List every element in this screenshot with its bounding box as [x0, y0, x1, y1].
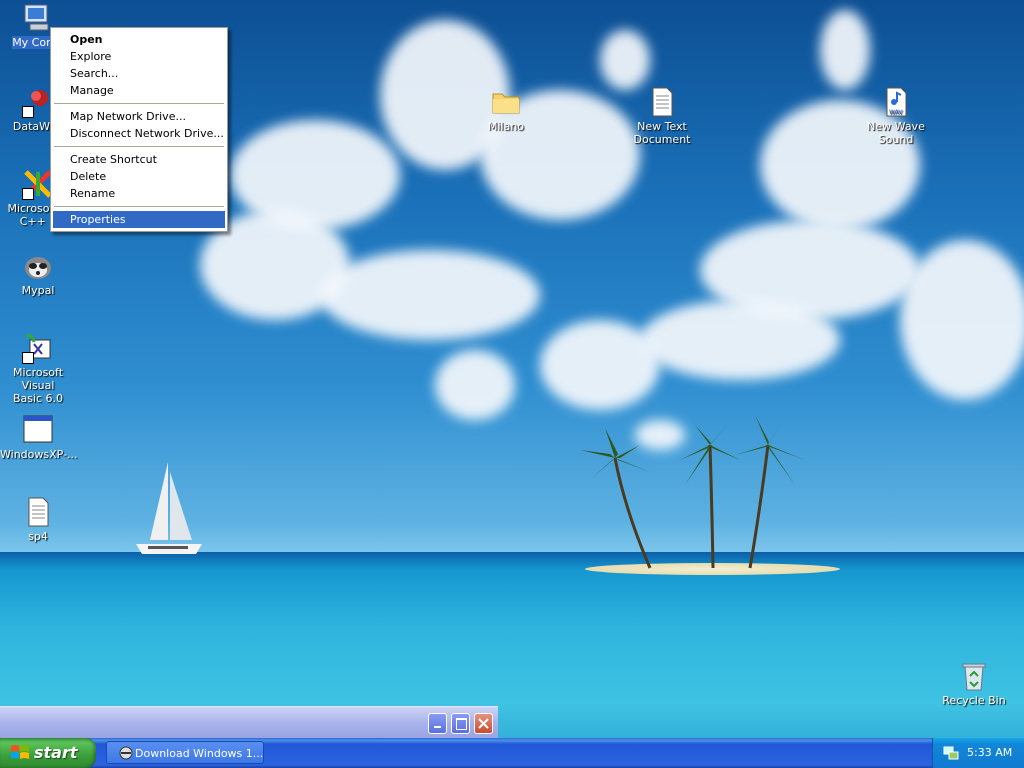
- desktop-icon-recycle-bin[interactable]: Recycle Bin: [936, 660, 1012, 707]
- desktop-icon-label: WindowsXP-...: [0, 448, 78, 461]
- recycle-bin-icon: [958, 660, 990, 692]
- desktop-icon-label: Recycle Bin: [942, 694, 1006, 707]
- start-button[interactable]: start: [0, 738, 96, 768]
- taskbar: start Download Windows 1... 5:33 AM: [0, 738, 1024, 768]
- minimized-window-bar[interactable]: [0, 706, 498, 739]
- palm-trees: [580, 415, 805, 569]
- browser-icon: [119, 746, 133, 760]
- cloud: [640, 300, 840, 380]
- desktop-icon-label: Milano: [487, 120, 525, 133]
- text-document-icon: [646, 86, 678, 118]
- start-label: start: [34, 743, 78, 762]
- desktop-icon-new-wave-sound[interactable]: WAV New Wave Sound: [858, 86, 934, 146]
- context-menu: Open Explore Search... Manage Map Networ…: [50, 27, 228, 232]
- menu-item-delete[interactable]: Delete: [53, 168, 225, 185]
- maximize-icon: [456, 718, 467, 730]
- clock[interactable]: 5:33 AM: [967, 746, 1012, 759]
- desktop-icon-windowsxp[interactable]: WindowsXP-...: [0, 414, 78, 461]
- cloud: [540, 320, 660, 410]
- mypal-icon: [22, 250, 54, 282]
- desktop-icon-sp4[interactable]: sp4: [0, 496, 76, 543]
- desktop-icon-milano[interactable]: Milano: [468, 86, 544, 133]
- menu-separator: [54, 146, 224, 147]
- menu-item-map-network-drive[interactable]: Map Network Drive...: [53, 108, 225, 125]
- close-icon: [478, 718, 489, 729]
- menu-item-properties[interactable]: Properties: [53, 211, 225, 228]
- network-icon[interactable]: [943, 745, 959, 761]
- window-icon: [22, 414, 54, 446]
- menu-item-rename[interactable]: Rename: [53, 185, 225, 202]
- maximize-button[interactable]: [451, 713, 470, 734]
- cloud: [320, 250, 540, 340]
- menu-separator: [54, 206, 224, 207]
- system-tray: 5:33 AM: [932, 738, 1024, 768]
- desktop-icon-label: Mypal: [21, 284, 55, 297]
- cloud: [900, 240, 1024, 400]
- visual-basic-icon: [22, 332, 54, 364]
- taskbar-button-download[interactable]: Download Windows 1...: [106, 741, 264, 764]
- menu-item-manage[interactable]: Manage: [53, 82, 225, 99]
- desktop-icon-label: New Wave Sound: [867, 120, 925, 146]
- sailboat: [136, 462, 202, 554]
- menu-item-explore[interactable]: Explore: [53, 48, 225, 65]
- desktop-icon-new-text-document[interactable]: New Text Document: [624, 86, 700, 146]
- menu-item-disconnect-network-drive[interactable]: Disconnect Network Drive...: [53, 125, 225, 142]
- desktop-icon-mypal[interactable]: Mypal: [0, 250, 76, 297]
- text-document-icon: [22, 496, 54, 528]
- menu-separator: [54, 103, 224, 104]
- wave-sound-icon: WAV: [880, 86, 912, 118]
- menu-item-open[interactable]: Open: [53, 31, 225, 48]
- folder-icon: [490, 86, 522, 118]
- close-button[interactable]: [474, 713, 493, 734]
- minimize-icon: [434, 726, 441, 728]
- menu-item-search[interactable]: Search...: [53, 65, 225, 82]
- desktop-icon-label: Microsoft Visual Basic 6.0: [12, 366, 64, 405]
- windows-logo-icon: [11, 745, 29, 759]
- cloud: [820, 10, 870, 90]
- desktop-icon-label: sp4: [28, 530, 48, 543]
- cloud: [600, 30, 650, 90]
- desktop-icon-visual-basic[interactable]: Microsoft Visual Basic 6.0: [0, 332, 76, 405]
- taskbar-button-label: Download Windows 1...: [135, 747, 264, 760]
- menu-item-create-shortcut[interactable]: Create Shortcut: [53, 151, 225, 168]
- cloud: [435, 350, 515, 420]
- svg-text:WAV: WAV: [889, 109, 903, 116]
- desktop-icon-label: New Text Document: [633, 120, 691, 146]
- minimize-button[interactable]: [428, 713, 447, 734]
